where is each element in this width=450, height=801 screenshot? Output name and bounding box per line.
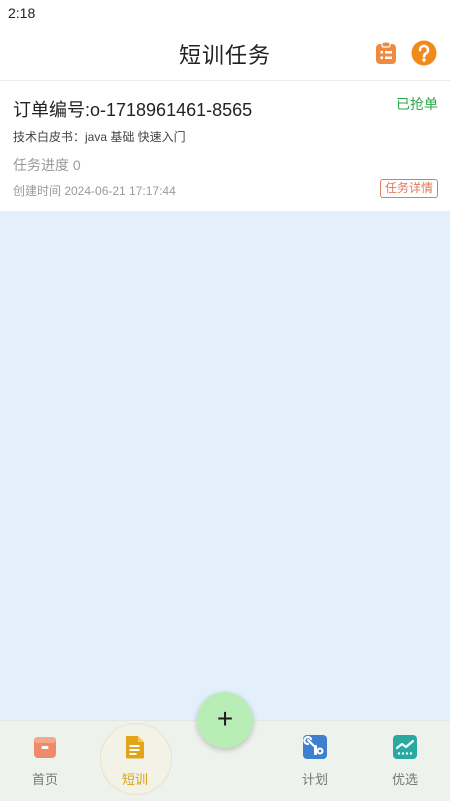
order-status: 已抢单	[396, 96, 438, 112]
nav-item-featured[interactable]: 优选	[360, 721, 450, 801]
task-detail-button[interactable]: 任务详情	[379, 179, 438, 198]
document-icon	[126, 736, 144, 759]
nav-label-training: 短训	[121, 772, 148, 787]
header: 短训任务	[0, 26, 450, 81]
nav-item-training[interactable]: 短训	[90, 721, 180, 801]
status-time: 2:18	[8, 5, 36, 21]
help-icon[interactable]	[411, 40, 437, 66]
nav-label-featured: 优选	[391, 772, 418, 787]
chart-icon	[393, 735, 417, 759]
order-number: 订单编号:o-1718961461-8565	[13, 100, 253, 120]
book-title: 技术白皮书：java 基础 快速入门	[13, 130, 186, 144]
home-icon	[34, 737, 56, 758]
task-card[interactable]: 订单编号:o-1718961461-8565 已抢单 技术白皮书：java 基础…	[0, 81, 450, 211]
nav-label-home: 首页	[31, 772, 58, 787]
add-button[interactable]: +	[197, 692, 253, 748]
tools-icon	[303, 735, 327, 759]
clipboard-icon[interactable]	[373, 40, 399, 66]
nav-label-plan: 计划	[301, 772, 328, 787]
created-time: 创建时间 2024-06-21 17:17:44	[13, 184, 176, 198]
status-bar: 2:18	[0, 0, 450, 26]
nav-item-plan[interactable]: 计划	[270, 721, 360, 801]
nav-item-home[interactable]: 首页	[0, 721, 90, 801]
task-progress: 任务进度 0	[13, 157, 81, 173]
